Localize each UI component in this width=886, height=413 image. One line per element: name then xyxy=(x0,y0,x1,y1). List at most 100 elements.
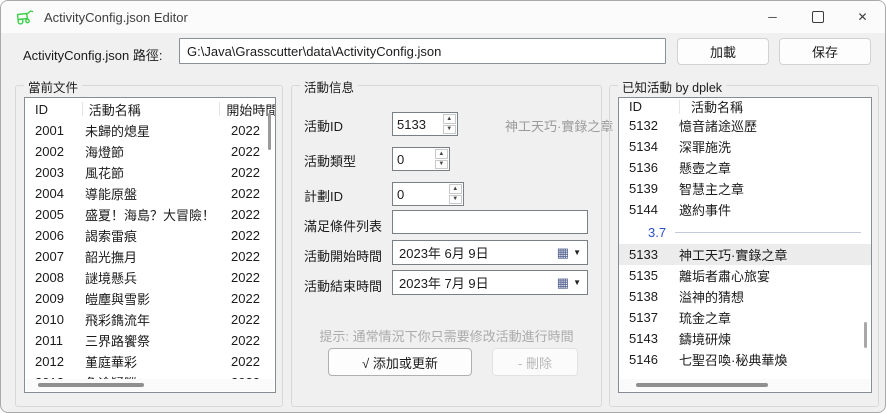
cell-start: 2022 xyxy=(231,228,276,243)
cell-name: 溢神的猜想 xyxy=(679,287,849,306)
hint-text: 提示: 通常情況下你只需要修改活動進行時間 xyxy=(292,326,601,345)
maximize-box-glyph xyxy=(812,11,824,23)
activity-id-label: 活動ID xyxy=(304,116,343,135)
table-row[interactable]: 2011三界路饗祭2022 xyxy=(25,330,275,351)
table-row[interactable]: 5144邀約事件 xyxy=(619,199,871,220)
table-row[interactable]: 5146七聖召喚·秘典華煥 xyxy=(619,349,871,370)
cell-name: 風花節 xyxy=(85,163,231,182)
current-file-list: ID 活動名稱 開始時間 2001未歸的熄星20222002海燈節2022200… xyxy=(24,97,276,393)
spin-buttons: ▲ ▼ xyxy=(434,148,449,170)
vertical-scrollbar-thumb[interactable] xyxy=(268,113,271,150)
schedule-id-input[interactable] xyxy=(393,183,448,205)
table-row[interactable]: 2004導能原盤2022 xyxy=(25,183,275,204)
column-header-id[interactable]: ID xyxy=(25,102,82,117)
activity-type-input[interactable] xyxy=(393,148,434,170)
cell-id: 2006 xyxy=(25,228,85,243)
table-row[interactable]: 2010飛彩鐫流年2022 xyxy=(25,309,275,330)
cell-name: 飛彩鐫流年 xyxy=(85,310,231,329)
table-row[interactable]: 5139智慧主之章 xyxy=(619,178,871,199)
cell-id: 5134 xyxy=(619,139,679,154)
table-row[interactable]: 2001未歸的熄星2022 xyxy=(25,120,275,141)
current-file-header: ID 活動名稱 開始時間 xyxy=(25,98,275,120)
cell-name: 皚塵與雪影 xyxy=(85,289,231,308)
cell-id: 2008 xyxy=(25,270,85,285)
save-button[interactable]: 保存 xyxy=(779,38,871,65)
table-row[interactable]: 2008謎境懸兵2022 xyxy=(25,267,275,288)
cell-name: 盛夏！海島？大冒險！ xyxy=(85,205,231,224)
dropdown-arrow-icon[interactable]: ▼ xyxy=(569,248,587,257)
cell-start: 2022 xyxy=(231,186,276,201)
window-title: ActivityConfig.json Editor xyxy=(44,10,188,25)
end-time-value: 2023年 7月 9日 xyxy=(393,273,557,292)
cell-name: 深罪施洗 xyxy=(679,137,849,156)
condition-list-label: 滿足條件列表 xyxy=(304,216,382,235)
spin-down-icon[interactable]: ▼ xyxy=(443,125,456,135)
cell-id: 2005 xyxy=(25,207,85,222)
cell-id: 5139 xyxy=(619,181,679,196)
table-row[interactable]: 2009皚塵與雪影2022 xyxy=(25,288,275,309)
table-row[interactable]: 2003風花節2022 xyxy=(25,162,275,183)
cell-name: 韶光撫月 xyxy=(85,247,231,266)
cell-id: 2001 xyxy=(25,123,85,138)
column-header-name[interactable]: 活動名稱 xyxy=(680,97,831,116)
known-activities-list: ID 活動名稱 5132憶音諸途巡歷5134深罪施洗5136懸壺之章5139智慧… xyxy=(618,97,872,393)
spin-buttons: ▲ ▼ xyxy=(448,183,464,205)
cell-id: 2012 xyxy=(25,354,85,369)
spin-up-icon[interactable]: ▲ xyxy=(435,149,448,159)
spin-up-icon[interactable]: ▲ xyxy=(443,114,456,124)
horizontal-scrollbar[interactable] xyxy=(620,379,870,391)
vertical-scrollbar-thumb[interactable] xyxy=(864,322,867,348)
add-or-update-button[interactable]: √ 添加或更新 xyxy=(328,348,472,376)
column-header-id[interactable]: ID xyxy=(619,99,679,114)
spin-up-icon[interactable]: ▲ xyxy=(449,184,463,194)
cell-start: 2022 xyxy=(231,354,276,369)
minimize-icon[interactable]: ─ xyxy=(750,1,795,33)
path-input[interactable] xyxy=(179,38,666,64)
cell-name: 懸壺之章 xyxy=(679,158,849,177)
current-file-body: 2001未歸的熄星20222002海燈節20222003風花節20222004導… xyxy=(25,120,275,393)
dropdown-arrow-icon[interactable]: ▼ xyxy=(569,278,587,287)
start-time-datepicker[interactable]: 2023年 6月 9日 ▦ ▼ xyxy=(392,240,588,265)
horizontal-scrollbar[interactable] xyxy=(26,379,274,391)
column-header-name[interactable]: 活動名稱 xyxy=(83,100,220,119)
horizontal-scrollbar-thumb[interactable] xyxy=(636,383,768,387)
cell-name: 鑄境研煉 xyxy=(679,329,849,348)
condition-list-input[interactable] xyxy=(392,210,588,234)
cell-id: 2009 xyxy=(25,291,85,306)
table-row[interactable]: 5132憶音諸途巡歷 xyxy=(619,115,871,136)
cell-name: 憶音諸途巡歷 xyxy=(679,116,849,135)
maximize-icon[interactable] xyxy=(795,1,840,33)
cell-id: 5143 xyxy=(619,331,679,346)
spin-down-icon[interactable]: ▼ xyxy=(435,160,448,170)
column-header-start[interactable]: 開始時間 xyxy=(220,100,275,119)
activity-name-note: 神工天巧·實錄之章 xyxy=(505,116,613,135)
table-row[interactable]: 5143鑄境研煉 xyxy=(619,328,871,349)
cell-name: 未歸的熄星 xyxy=(85,121,231,140)
cell-name: 琉金之章 xyxy=(679,308,849,327)
cell-name: 導能原盤 xyxy=(85,184,231,203)
cell-id: 5144 xyxy=(619,202,679,217)
end-time-datepicker[interactable]: 2023年 7月 9日 ▦ ▼ xyxy=(392,270,588,295)
start-time-value: 2023年 6月 9日 xyxy=(393,243,557,262)
table-row[interactable]: 2007韶光撫月2022 xyxy=(25,246,275,267)
load-button[interactable]: 加載 xyxy=(677,38,769,65)
close-icon[interactable]: ✕ xyxy=(840,1,885,33)
table-row[interactable]: 5135離垢者肅心旅宴 xyxy=(619,265,871,286)
table-row[interactable]: 2002海燈節2022 xyxy=(25,141,275,162)
activity-type-label: 活動類型 xyxy=(304,151,356,170)
cell-id: 5138 xyxy=(619,289,679,304)
horizontal-scrollbar-thumb[interactable] xyxy=(38,383,144,387)
table-row[interactable]: 5136懸壺之章 xyxy=(619,157,871,178)
known-activities-header: ID 活動名稱 xyxy=(619,98,871,115)
table-row[interactable]: 2012堇庭華彩2022 xyxy=(25,351,275,372)
table-row[interactable]: 2005盛夏！海島？大冒險！2022 xyxy=(25,204,275,225)
spin-down-icon[interactable]: ▼ xyxy=(449,195,463,205)
table-row[interactable]: 5137琉金之章 xyxy=(619,307,871,328)
table-row[interactable]: 5134深罪施洗 xyxy=(619,136,871,157)
table-row[interactable]: 5133神工天巧·實錄之章 xyxy=(619,244,871,265)
activity-id-input[interactable] xyxy=(393,113,442,135)
cell-id: 5132 xyxy=(619,118,679,133)
cell-start: 2022 xyxy=(231,207,276,222)
table-row[interactable]: 2006謁索雷痕2022 xyxy=(25,225,275,246)
table-row[interactable]: 5138溢神的猜想 xyxy=(619,286,871,307)
